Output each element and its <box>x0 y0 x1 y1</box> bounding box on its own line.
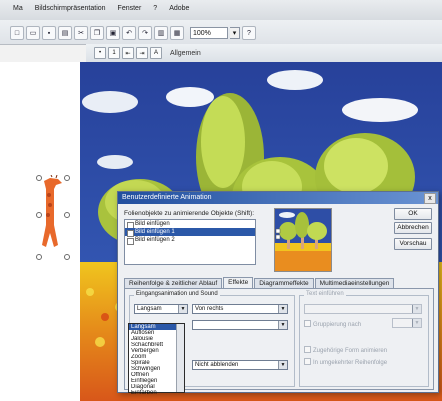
preview-button[interactable]: Vorschau <box>394 238 432 250</box>
dialog-title-bar: Benutzerdefinierte Animation x <box>118 192 438 204</box>
grouping-checkbox[interactable]: Gruppierung nach <box>304 320 361 328</box>
effect-dropdown-list[interactable]: Langsam Auflösen Jalousie Schachbrett Ve… <box>128 323 185 396</box>
after-animation-select[interactable]: Nicht abblenden ▼ <box>192 360 288 370</box>
print-icon[interactable]: ▤ <box>58 26 72 40</box>
text-group-title: Text einführen <box>304 291 346 297</box>
objects-list-caption: Folienobjekte zu animierende Objekte (Sh… <box>124 210 255 217</box>
after-animation-value: Nicht abblenden <box>195 362 239 368</box>
direction-select-value: Von rechts <box>195 306 224 312</box>
list-item[interactable]: Bild einfügen 2 <box>125 236 255 245</box>
sound-select[interactable]: ▼ <box>192 320 288 330</box>
copy-icon[interactable]: ❐ <box>90 26 104 40</box>
zoom-field[interactable]: 100% <box>190 27 228 39</box>
insert-chart-icon[interactable]: ▥ <box>154 26 168 40</box>
chevron-down-icon[interactable]: ▼ <box>278 361 287 369</box>
resize-handle[interactable] <box>36 212 42 218</box>
increase-indent-icon[interactable]: ⇥ <box>136 47 148 59</box>
reverse-order-checkbox[interactable]: In umgekehrter Reihenfolge <box>304 358 387 366</box>
insert-table-icon[interactable]: ▦ <box>170 26 184 40</box>
resize-handle[interactable] <box>36 175 42 181</box>
menu-item-window[interactable]: Fenster <box>115 4 145 13</box>
animation-objects-list[interactable]: Bild einfügen Bild einfügen 1 Bild einfü… <box>124 219 256 265</box>
new-icon[interactable]: □ <box>10 26 24 40</box>
menu-item-help[interactable]: ? <box>150 4 160 13</box>
menu-item-adobe[interactable]: Adobe <box>166 4 192 13</box>
formatting-toolbar: • 1 ⇤ ⇥ A Allgemein <box>86 44 442 63</box>
resize-handle[interactable] <box>36 254 42 260</box>
animate-attached-shape-checkbox[interactable]: Zugehörige Form animieren <box>304 346 387 354</box>
menu-bar: Ma Bildschirmpräsentation Fenster ? Adob… <box>0 0 442 21</box>
font-color-icon[interactable]: A <box>150 47 162 59</box>
preview-thumbnail <box>275 209 331 271</box>
slide-preview <box>274 208 332 272</box>
open-icon[interactable]: ▭ <box>26 26 40 40</box>
cancel-button[interactable]: Abbrechen <box>394 222 432 234</box>
close-icon[interactable]: x <box>424 193 436 204</box>
chevron-down-icon[interactable]: ▼ <box>178 305 187 313</box>
ok-button[interactable]: OK <box>394 208 432 220</box>
standard-toolbar: □ ▭ ▪ ▤ ✂ ❐ ▣ ↶ ↷ ▥ ▦ 100% ▾ ? <box>0 20 442 45</box>
chevron-down-icon[interactable]: ▼ <box>278 305 287 313</box>
entry-group-title: Eingangsanimation und Sound <box>134 291 220 297</box>
redo-icon[interactable]: ↷ <box>138 26 152 40</box>
list-item[interactable]: Bild einfügen 1 <box>125 228 255 237</box>
help-icon[interactable]: ? <box>242 26 256 40</box>
decrease-indent-icon[interactable]: ⇤ <box>122 47 134 59</box>
menu-item-0[interactable]: Ma <box>10 4 26 13</box>
zoom-dropdown-arrow-icon[interactable]: ▾ <box>230 27 240 39</box>
chevron-down-icon[interactable]: ▼ <box>412 319 421 327</box>
direction-select[interactable]: Von rechts ▼ <box>192 304 288 314</box>
chevron-down-icon[interactable]: ▼ <box>412 305 421 313</box>
undo-icon[interactable]: ↶ <box>122 26 136 40</box>
dropdown-scrollbar[interactable] <box>176 324 184 392</box>
cut-icon[interactable]: ✂ <box>74 26 88 40</box>
effect-select[interactable]: Langsam ▼ <box>134 304 188 314</box>
chevron-down-icon[interactable]: ▼ <box>278 321 287 329</box>
grouping-level-select[interactable]: ▼ <box>392 318 422 328</box>
menu-items: Ma Bildschirmpräsentation Fenster ? Adob… <box>10 4 192 13</box>
text-entry-group: Text einführen ▼ Gruppierung nach ▼ Zuge… <box>299 291 429 387</box>
bullets-icon[interactable]: • <box>94 47 106 59</box>
list-item[interactable]: Bild einfügen <box>125 220 255 229</box>
paste-icon[interactable]: ▣ <box>106 26 120 40</box>
dialog-title: Benutzerdefinierte Animation <box>122 194 212 201</box>
text-entry-select[interactable]: ▼ <box>304 304 422 314</box>
resize-handle[interactable] <box>64 175 70 181</box>
numbering-icon[interactable]: 1 <box>108 47 120 59</box>
resize-handle[interactable] <box>64 212 70 218</box>
design-button[interactable]: Allgemein <box>170 50 201 57</box>
save-icon[interactable]: ▪ <box>42 26 56 40</box>
resize-handle[interactable] <box>64 254 70 260</box>
effect-select-value: Langsam <box>137 306 162 312</box>
menu-item-slideshow[interactable]: Bildschirmpräsentation <box>32 4 109 13</box>
